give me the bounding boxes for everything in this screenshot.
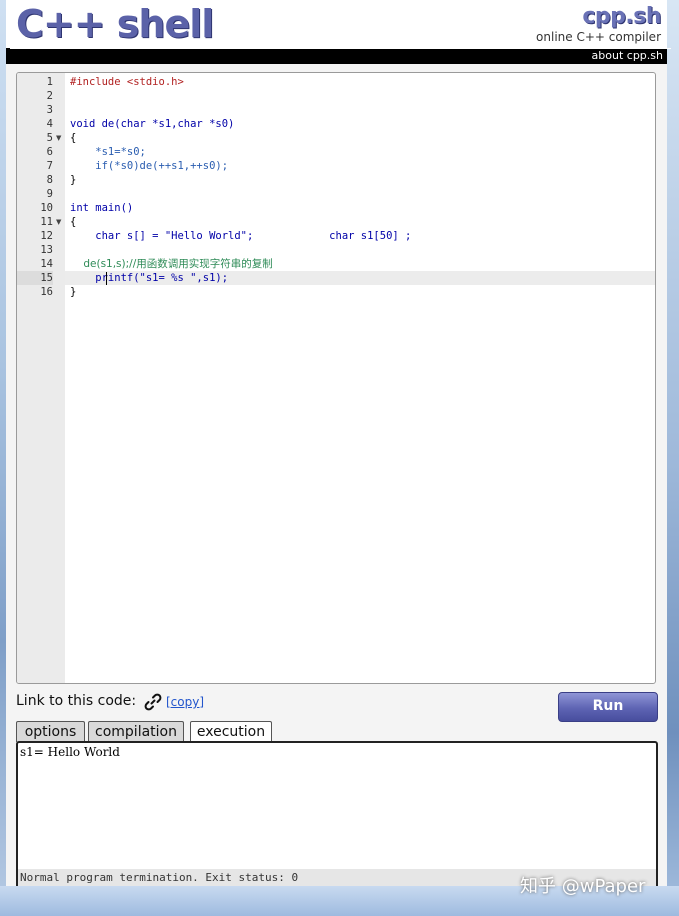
code-line[interactable]: if(*s0)de(++s1,++s0); [70, 159, 228, 173]
line-number: 12 [40, 230, 53, 242]
page: C++ shell cpp.sh online C++ compiler abo… [6, 0, 671, 889]
line-number-active: 15 [17, 271, 53, 285]
program-output: s1= Hello World [20, 745, 120, 759]
top-bar-divider [10, 48, 671, 49]
top-bar [6, 48, 667, 64]
line-number: 3 [46, 104, 53, 116]
line-number: 8 [46, 174, 53, 186]
header: C++ shell cpp.sh online C++ compiler [6, 0, 667, 48]
about-link[interactable]: about cpp.sh [592, 49, 663, 63]
link-label: Link to this code: [16, 693, 137, 709]
run-button[interactable]: Run [558, 692, 658, 722]
line-number: 1 [46, 76, 53, 88]
code-line[interactable]: char s[] = "Hello World"; char s1[50] ; [70, 229, 411, 243]
line-number: 6 [46, 146, 53, 158]
fold-arrow-icon[interactable]: ▼ [56, 215, 61, 229]
code-line[interactable]: void de(char *s1,char *s0) [70, 117, 234, 131]
code-line[interactable]: { [70, 131, 76, 145]
code-line[interactable]: } [70, 173, 76, 187]
line-number: 16 [40, 286, 53, 298]
line-number: 14 [40, 258, 53, 270]
brand-name[interactable]: cpp.sh [582, 4, 661, 29]
tab-options[interactable]: options [16, 721, 85, 742]
output-panel[interactable]: s1= Hello World Normal program terminati… [16, 741, 658, 889]
tab-execution[interactable]: execution [190, 721, 272, 742]
copy-link[interactable]: [copy] [166, 695, 204, 709]
code-line[interactable]: { [70, 215, 76, 229]
watermark: 知乎 @wPaper [520, 876, 646, 897]
text-cursor [106, 272, 107, 285]
fold-arrow-icon[interactable]: ▼ [56, 131, 61, 145]
line-number: 9 [46, 188, 53, 200]
line-number-gutter: 1 2 3 4 5 ▼ 6 7 8 9 10 11 ▼ 12 13 14 15 … [17, 73, 65, 683]
chain-link-icon[interactable] [143, 692, 163, 712]
line-number: 4 [46, 118, 53, 130]
tagline: online C++ compiler [536, 30, 661, 44]
code-line[interactable]: printf("s1= %s ",s1); [70, 271, 228, 285]
line-number: 10 [40, 202, 53, 214]
code-line[interactable]: #include <stdio.h> [70, 75, 184, 89]
code-editor[interactable]: 1 2 3 4 5 ▼ 6 7 8 9 10 11 ▼ 12 13 14 15 … [16, 72, 656, 684]
line-number: 5 [46, 132, 53, 144]
line-number: 7 [46, 160, 53, 172]
code-line[interactable]: *s1=*s0; [70, 145, 146, 159]
line-number: 2 [46, 90, 53, 102]
window-edge-right [667, 0, 679, 916]
line-number: 11 [40, 216, 53, 228]
status-text: Normal program termination. Exit status:… [20, 871, 299, 884]
tab-compilation[interactable]: compilation [88, 721, 184, 742]
code-line[interactable]: } [70, 285, 76, 299]
code-line[interactable]: de(s1,s);//用函数调用实现字符串的复制 [70, 257, 272, 271]
code-line[interactable]: int main() [70, 201, 133, 215]
line-number: 13 [40, 244, 53, 256]
site-logo[interactable]: C++ shell [16, 2, 214, 46]
